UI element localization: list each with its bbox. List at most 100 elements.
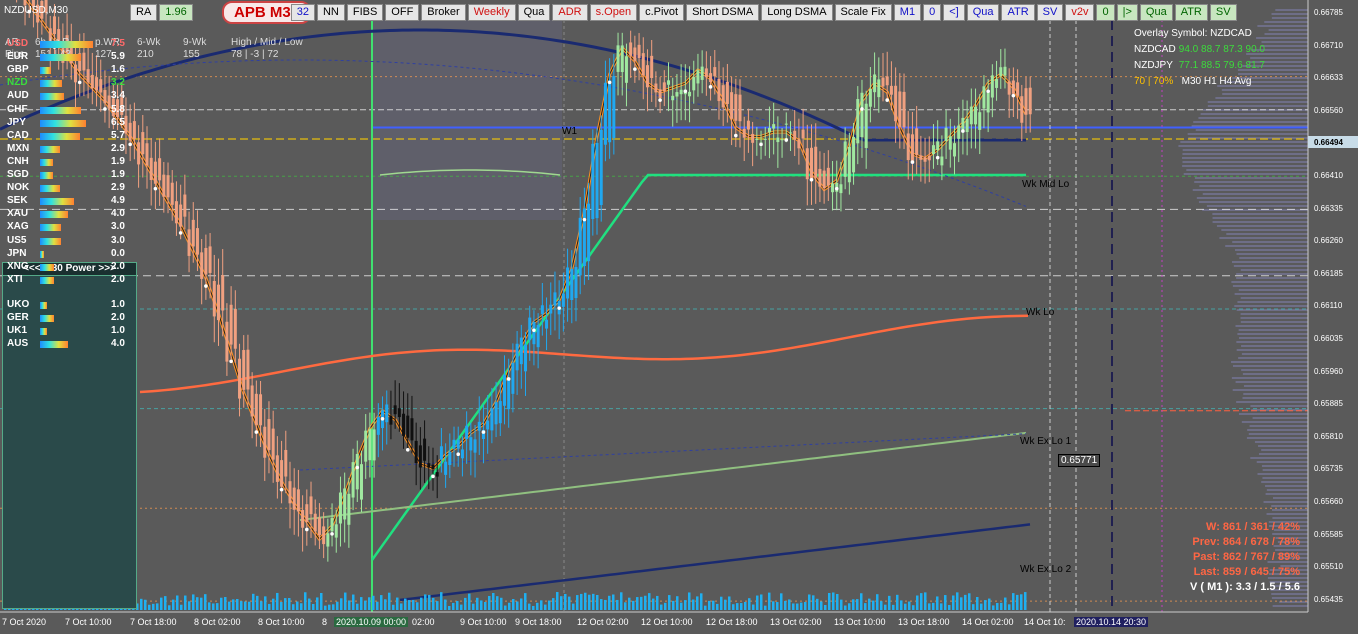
power-row-cnh: CNH 1.9: [7, 156, 37, 168]
toolbar-button--17[interactable]: <]: [943, 4, 964, 21]
toolbar-button-scale-fix-14[interactable]: Scale Fix: [835, 4, 892, 21]
stats-cell: 9-Wk: [183, 37, 231, 49]
price-tick: 0.65885: [1314, 399, 1343, 408]
power-row-aud: AUD 3.4: [7, 90, 37, 102]
toolbar-button-c-pivot-11[interactable]: c.Pivot: [639, 4, 684, 21]
toolbar-button-0-16[interactable]: 0: [923, 4, 941, 21]
weekly-stat-line: Past: 862 / 767 / 89%: [1190, 550, 1300, 565]
price-chart[interactable]: [0, 0, 1358, 634]
price-tick: 0.65735: [1314, 464, 1343, 473]
power-value: 2.0: [111, 274, 125, 286]
indicator-toolbar: RA 1.96 32 NN FIBS OFF Broker Weekly Qua ADR s.Ope…: [130, 4, 1237, 20]
power-value: 5.9: [111, 51, 125, 63]
toolbar-button-qua-24[interactable]: Qua: [1140, 4, 1173, 21]
power-row-gbp: GBP 1.6: [7, 64, 37, 76]
toolbar-button-1-96-1[interactable]: 1.96: [159, 4, 192, 21]
toolbar-button-off-5[interactable]: OFF: [385, 4, 419, 21]
weekly-stat-line: Prev: 864 / 678 / 78%: [1190, 535, 1300, 550]
toolbar-button-fibs-4[interactable]: FIBS: [347, 4, 383, 21]
level-label-wk-ex-lo-1: Wk Ex Lo 1: [1020, 436, 1071, 447]
toolbar-button-nn-3[interactable]: NN: [317, 4, 345, 21]
power-value: 5.8: [111, 104, 125, 116]
power-bar: [40, 341, 68, 348]
power-row-sek: SEK 4.9: [7, 195, 37, 207]
overlay-title: Overlay Symbol: NZDCAD: [1134, 26, 1265, 42]
toolbar-button-adr-9[interactable]: ADR: [552, 4, 587, 21]
time-tick: 7 Oct 18:00: [130, 617, 177, 627]
power-currency: US5: [7, 235, 37, 247]
power-currency: GBP: [7, 64, 37, 76]
power-bar: [40, 107, 81, 114]
power-value: 2.0: [111, 312, 125, 324]
power-row-nzd: NZD 3.2: [7, 77, 37, 89]
time-tick: 2020.10.09 00:00: [334, 617, 408, 627]
toolbar-button-0-22[interactable]: 0: [1096, 4, 1114, 21]
time-tick: 13 Oct 10:00: [834, 617, 886, 627]
time-tick: 7 Oct 10:00: [65, 617, 112, 627]
power-currency: UK1: [7, 325, 37, 337]
power-value: 6.5: [111, 117, 125, 129]
time-tick: 2020.10.14 20:30: [1074, 617, 1148, 627]
power-bar: [40, 198, 74, 205]
power-value: 2.9: [111, 143, 125, 155]
power-value: 0.0: [111, 248, 125, 260]
power-row-ger: GER 2.0: [7, 312, 37, 324]
power-bar: [40, 120, 86, 127]
power-bar: [40, 224, 61, 231]
toolbar-button-s-open-10[interactable]: s.Open: [590, 4, 637, 21]
toolbar-button-atr-19[interactable]: ATR: [1001, 4, 1034, 21]
power-value: 1.9: [111, 156, 125, 168]
price-tick: 0.66560: [1314, 106, 1343, 115]
toolbar-button-ra-0[interactable]: RA: [130, 4, 157, 21]
power-currency: XAG: [7, 221, 37, 233]
power-bar: [40, 80, 62, 87]
toolbar-button-atr-25[interactable]: ATR: [1175, 4, 1208, 21]
power-currency: SEK: [7, 195, 37, 207]
power-row-aus: AUS 4.0: [7, 338, 37, 350]
toolbar-button-short-dsma-12[interactable]: Short DSMA: [686, 4, 759, 21]
toolbar-button-sv-26[interactable]: SV: [1210, 4, 1237, 21]
toolbar-button-qua-18[interactable]: Qua: [967, 4, 1000, 21]
weekly-stat-line: Last: 859 / 645 / 75%: [1190, 565, 1300, 580]
toolbar-button-32-2[interactable]: 32: [291, 4, 315, 21]
power-bar: [40, 185, 60, 192]
time-tick: 13 Oct 02:00: [770, 617, 822, 627]
power-currency: GER: [7, 312, 37, 324]
toolbar-button-long-dsma-13[interactable]: Long DSMA: [761, 4, 832, 21]
power-currency: UKO: [7, 299, 37, 311]
power-bar: [40, 302, 47, 309]
time-tick: 9 Oct 18:00: [515, 617, 562, 627]
time-tick: 12 Oct 02:00: [577, 617, 629, 627]
power-row-jpn: JPN 0.0: [7, 248, 37, 260]
power-currency: MXN: [7, 143, 37, 155]
overlay-panel: Overlay Symbol: NZDCAD NZDCAD 94.0 88.7 …: [1134, 26, 1265, 90]
power-value: 4.0: [111, 208, 125, 220]
price-tick: 0.65960: [1314, 367, 1343, 376]
power-row-usd: USD 7.5: [7, 38, 37, 50]
power-value: 2.0: [111, 261, 125, 273]
price-tick: 0.65435: [1314, 595, 1343, 604]
price-tick: 0.66494: [1314, 138, 1343, 147]
power-bar: [40, 172, 53, 179]
time-tick: 9 Oct 10:00: [460, 617, 507, 627]
toolbar-button--23[interactable]: |>: [1117, 4, 1138, 21]
power-row-uko: UKO 1.0: [7, 299, 37, 311]
price-tick: 0.66335: [1314, 204, 1343, 213]
power-value: 1.0: [111, 325, 125, 337]
power-bar: [40, 67, 51, 74]
time-tick: 14 Oct 10:: [1024, 617, 1066, 627]
power-currency: CHF: [7, 104, 37, 116]
power-value: 2.9: [111, 182, 125, 194]
toolbar-button-v2v-21[interactable]: v2v: [1065, 4, 1094, 21]
level-label-wk-ex-lo-2: Wk Ex Lo 2: [1020, 564, 1071, 575]
toolbar-button-weekly-7[interactable]: Weekly: [468, 4, 516, 21]
power-value: 1.6: [111, 64, 125, 76]
time-tick: 14 Oct 02:00: [962, 617, 1014, 627]
toolbar-button-broker-6[interactable]: Broker: [421, 4, 465, 21]
toolbar-button-m1-15[interactable]: M1: [894, 4, 921, 21]
price-tick: 0.66785: [1314, 8, 1343, 17]
toolbar-button-qua-8[interactable]: Qua: [518, 4, 551, 21]
toolbar-button-sv-20[interactable]: SV: [1037, 4, 1064, 21]
currency-power-panel: <<< M30 Power >>> USD 7.5 EUR 5.9 GBP 1.6 NZD 3…: [2, 262, 137, 609]
power-currency: XAU: [7, 208, 37, 220]
